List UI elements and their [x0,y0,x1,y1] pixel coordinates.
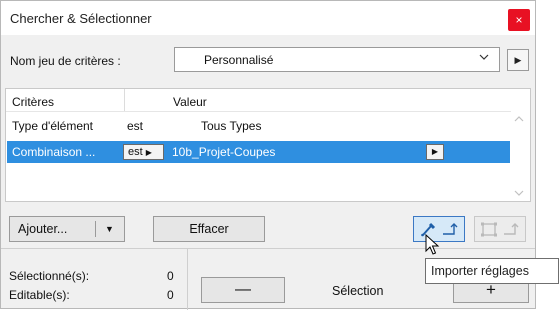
criteria-set-dropdown[interactable]: Personnalisé [174,47,500,72]
export-settings-button[interactable] [474,216,526,242]
header-criteria: Critères [12,95,55,109]
row-value: 10b_Projet-Coupes [172,145,276,159]
row-operator: est [127,119,144,133]
triangle-right-icon: ▶ [145,148,152,157]
close-button[interactable]: × [508,9,530,31]
row-criterion: Combinaison ... [12,145,96,159]
header-divider [6,111,511,112]
remove-from-selection-button[interactable]: — [201,277,285,303]
arrow-up-icon [503,222,521,239]
table-row-selected[interactable]: Combinaison ... est ▶ 10b_Projet-Coupes … [7,141,510,163]
clear-button[interactable]: Effacer [153,216,265,242]
mouse-pointer-icon [425,233,441,259]
section-divider [1,248,535,249]
criteria-set-value: Personnalisé [204,53,274,67]
editable-label: Editable(s): [9,288,70,302]
operator-label: est [128,146,143,158]
caret-down-icon[interactable]: ▼ [105,217,114,241]
scroll-up-icon[interactable] [514,115,524,126]
row-value: Tous Types [201,119,262,133]
header-value: Valeur [173,95,207,109]
operator-button[interactable]: est ▶ [123,144,164,160]
stats-divider [187,248,188,310]
selected-label: Sélectionné(s): [9,269,90,283]
criteria-set-label: Nom jeu de critères : [10,54,121,68]
criteria-table: Critères Valeur Type d'élément est Tous … [5,88,531,202]
add-button-label: Ajouter... [18,222,68,236]
marquee-icon [480,222,498,240]
scroll-down-icon[interactable] [514,189,524,200]
title-bar: Chercher & Sélectionner × [1,1,535,35]
triangle-right-icon: ▶ [514,55,522,65]
selection-label: Sélection [332,284,384,298]
chevron-down-icon [478,51,490,66]
window-title: Chercher & Sélectionner [10,11,152,26]
add-button[interactable]: Ajouter... ▼ [9,216,125,242]
selected-count: 0 [167,269,174,283]
value-menu-button[interactable]: ▶ [426,144,444,160]
triangle-right-icon: ▶ [431,147,439,156]
arrow-up-icon [442,222,460,239]
criteria-set-menu-button[interactable]: ▶ [507,49,529,71]
editable-count: 0 [167,288,174,302]
column-divider [124,89,125,111]
split-divider [95,221,96,237]
row-criterion: Type d'élément [12,119,94,133]
tooltip: Importer réglages [425,258,559,284]
